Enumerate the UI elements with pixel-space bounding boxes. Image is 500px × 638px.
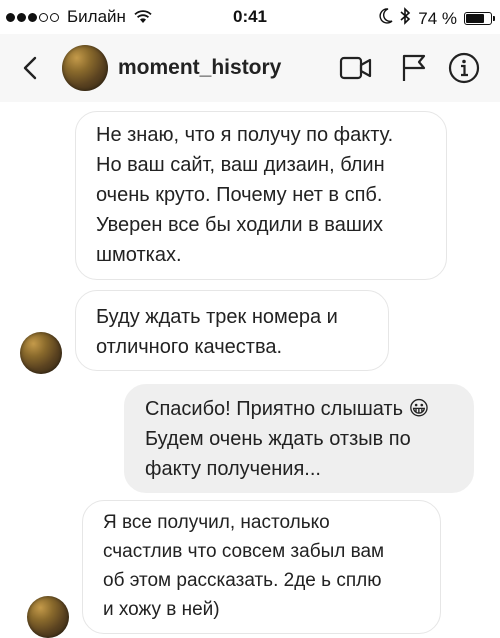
back-chevron-icon[interactable]: [16, 54, 44, 82]
video-camera-icon[interactable]: [339, 51, 373, 85]
avatar[interactable]: [62, 45, 108, 91]
flag-icon[interactable]: [397, 51, 431, 85]
message-bubble-incoming: Не знаю, что я получу по факту. Но ваш с…: [75, 111, 447, 280]
moon-icon: [379, 8, 393, 29]
bluetooth-icon: [400, 7, 411, 30]
sender-avatar[interactable]: [20, 332, 62, 374]
battery-level: [466, 14, 484, 23]
sender-avatar[interactable]: [27, 596, 69, 638]
info-icon[interactable]: [447, 51, 481, 85]
battery-percent: 74 %: [418, 8, 457, 28]
battery-icon: [464, 12, 495, 25]
chat-header: moment_history: [0, 34, 500, 102]
chat-username[interactable]: moment_history: [118, 56, 281, 80]
status-bar: Билайн 0:41 74 %: [0, 0, 500, 34]
status-right: 74 %: [379, 7, 495, 30]
message-bubble-incoming: Буду ждать трек номера и отличного качес…: [75, 290, 389, 371]
message-bubble-outgoing: Спасибо! Приятно слышать 😀 Будем очень ж…: [124, 384, 474, 493]
message-bubble-incoming: Я все получил, настолько счастлив что со…: [82, 500, 441, 634]
